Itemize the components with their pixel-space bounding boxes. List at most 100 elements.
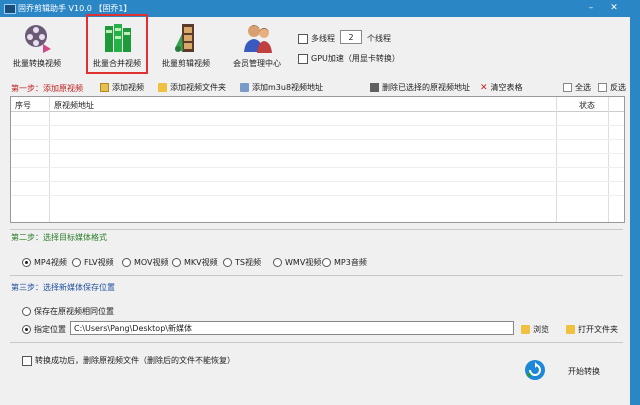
- delete-after-checkbox[interactable]: [22, 355, 32, 366]
- add-folder-label: 添加视频文件夹: [170, 83, 226, 92]
- folder-icon: [158, 83, 167, 92]
- format-label: FLV视频: [84, 258, 114, 267]
- format-radio[interactable]: [22, 258, 31, 267]
- invert-label: 反选: [610, 83, 626, 92]
- gpu-label: GPU加速（用显卡转换）: [311, 54, 400, 63]
- film-reel-icon: [25, 25, 51, 53]
- format-radio[interactable]: [273, 258, 282, 267]
- add-m3u8-button[interactable]: 添加m3u8视频地址: [240, 82, 323, 93]
- same-location-label: 保存在原视频相同位置: [34, 307, 114, 316]
- format-radio[interactable]: [322, 258, 331, 267]
- delete-selected-label: 删除已选择的原视频地址: [382, 83, 470, 92]
- open-folder-button[interactable]: 打开文件夹: [566, 324, 618, 335]
- window-border: [630, 17, 640, 405]
- refresh-icon[interactable]: [524, 359, 546, 381]
- specified-location-option[interactable]: 指定位置: [22, 324, 66, 335]
- open-folder-label: 打开文件夹: [578, 325, 618, 334]
- batch-convert-label: 批量转换视频: [13, 59, 61, 68]
- format-mp3[interactable]: MP3音频: [322, 257, 367, 268]
- invert-selection-button[interactable]: 反选: [598, 82, 626, 93]
- select-all-icon: [563, 83, 572, 92]
- format-flv[interactable]: FLV视频: [72, 257, 114, 268]
- invert-icon: [598, 83, 607, 92]
- location-radio[interactable]: [22, 325, 31, 334]
- format-label: MP4视频: [34, 258, 67, 267]
- specified-location-label: 指定位置: [34, 325, 66, 334]
- format-mov[interactable]: MOV视频: [122, 257, 169, 268]
- multithread-option[interactable]: 多线程: [298, 33, 335, 44]
- link-icon: [240, 83, 249, 92]
- location-radio[interactable]: [22, 307, 31, 316]
- format-label: WMV视频: [285, 258, 322, 267]
- format-label: MP3音频: [334, 258, 367, 267]
- same-location-option[interactable]: 保存在原视频相同位置: [22, 306, 114, 317]
- step3-label: 第三步：选择新媒体保存位置: [11, 283, 115, 292]
- add-m3u8-label: 添加m3u8视频地址: [252, 83, 324, 92]
- close-icon[interactable]: ✕: [608, 2, 620, 14]
- delete-selected-button[interactable]: 删除已选择的原视频地址: [370, 82, 470, 93]
- add-file-icon: [100, 83, 109, 92]
- video-table[interactable]: 序号 原视频地址 状态: [10, 96, 625, 223]
- format-radio[interactable]: [223, 258, 232, 267]
- format-radio[interactable]: [172, 258, 181, 267]
- thread-count-input[interactable]: 2: [340, 30, 362, 44]
- batch-edit-button[interactable]: 批量剪辑视频: [154, 20, 218, 72]
- col-index: 序号: [15, 101, 31, 110]
- folder-open-icon: [521, 325, 530, 334]
- row-line: [11, 125, 624, 126]
- x-icon: ✕: [480, 82, 488, 93]
- select-all-label: 全选: [575, 83, 591, 92]
- col-status: 状态: [579, 101, 595, 110]
- column-divider: [608, 97, 609, 222]
- row-line: [11, 167, 624, 168]
- format-label: MKV视频: [184, 258, 218, 267]
- format-label: MOV视频: [134, 258, 169, 267]
- save-path-input[interactable]: C:\Users\Pang\Desktop\新媒体: [70, 321, 514, 335]
- window-title: 固乔剪辑助手 V10.0 【固乔1】: [18, 4, 132, 13]
- users-icon: [244, 25, 272, 53]
- add-folder-button[interactable]: 添加视频文件夹: [158, 82, 226, 93]
- select-all-button[interactable]: 全选: [563, 82, 591, 93]
- member-center-button[interactable]: 会员管理中心: [225, 20, 289, 72]
- divider: [10, 229, 623, 230]
- step2-label: 第二步：选择目标媒体格式: [11, 233, 107, 242]
- column-divider: [556, 97, 557, 222]
- gpu-option[interactable]: GPU加速（用显卡转换）: [298, 53, 400, 64]
- delete-list-icon: [370, 83, 379, 92]
- film-strip-icon: [175, 24, 194, 52]
- add-video-label: 添加视频: [112, 83, 144, 92]
- divider: [10, 342, 623, 343]
- table-header: 序号 原视频地址 状态: [11, 97, 624, 112]
- multithread-checkbox[interactable]: [298, 33, 308, 44]
- gpu-checkbox[interactable]: [298, 53, 308, 64]
- multithread-label: 多线程: [311, 34, 335, 43]
- browse-button[interactable]: 浏览: [521, 324, 549, 335]
- highlight-box: [86, 14, 148, 74]
- delete-after-label: 转换成功后，删除原视频文件（删除后的文件不能恢复）: [35, 356, 235, 365]
- batch-edit-label: 批量剪辑视频: [162, 59, 210, 68]
- format-radio[interactable]: [122, 258, 131, 267]
- thread-unit-label: 个线程: [367, 34, 391, 43]
- folder-icon: [566, 325, 575, 334]
- row-line: [11, 195, 624, 196]
- column-divider: [49, 97, 50, 222]
- format-mp4[interactable]: MP4视频: [22, 257, 67, 268]
- format-radio[interactable]: [72, 258, 81, 267]
- batch-convert-button[interactable]: 批量转换视频: [5, 20, 69, 72]
- row-line: [11, 153, 624, 154]
- start-convert-button[interactable]: 开始转换: [568, 366, 600, 377]
- minimize-icon[interactable]: –: [585, 2, 597, 14]
- clear-table-button[interactable]: ✕ 清空表格: [480, 82, 523, 93]
- format-label: TS视频: [235, 258, 261, 267]
- browse-label: 浏览: [533, 325, 549, 334]
- format-mkv[interactable]: MKV视频: [172, 257, 218, 268]
- col-source: 原视频地址: [54, 101, 94, 110]
- step1-label: 第一步：添加原视频: [11, 84, 83, 93]
- row-line: [11, 139, 624, 140]
- delete-after-option[interactable]: 转换成功后，删除原视频文件（删除后的文件不能恢复）: [22, 355, 235, 366]
- format-ts[interactable]: TS视频: [223, 257, 261, 268]
- app-icon: [4, 4, 16, 14]
- member-center-label: 会员管理中心: [233, 59, 281, 68]
- add-video-button[interactable]: 添加视频: [100, 82, 144, 93]
- format-wmv[interactable]: WMV视频: [273, 257, 321, 268]
